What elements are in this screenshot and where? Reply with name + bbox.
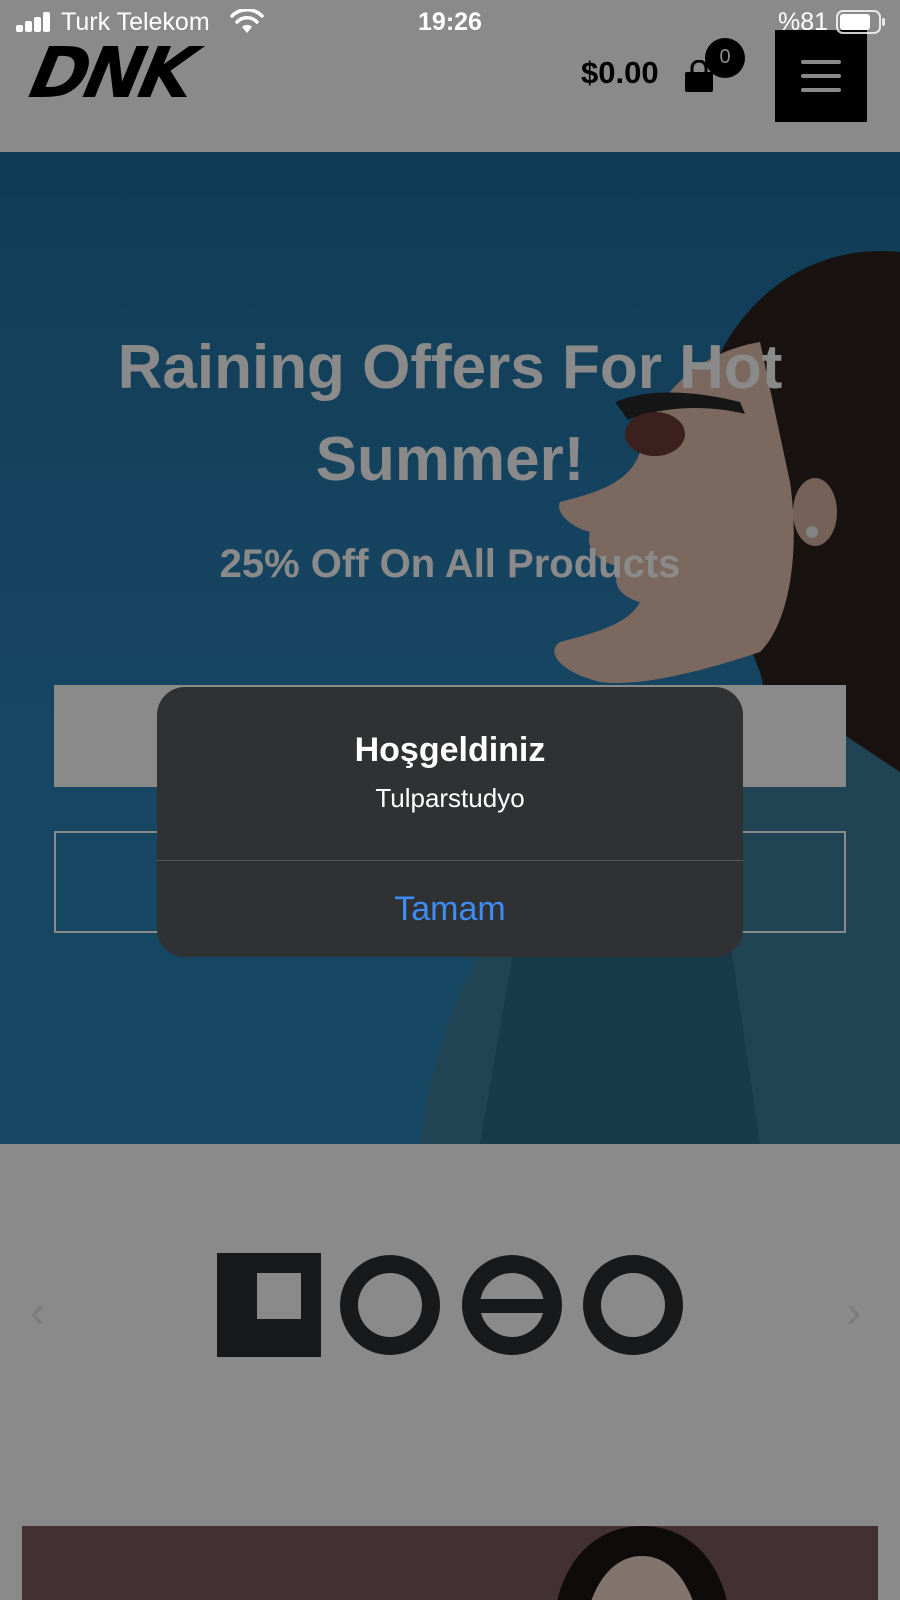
alert-ok-button[interactable]: Tamam	[157, 861, 743, 957]
alert-message: Tulparstudyo	[375, 783, 525, 813]
battery-icon	[836, 10, 885, 34]
welcome-alert-dialog: Hoşgeldiniz Tulparstudyo Tamam	[157, 687, 743, 957]
alert-title: Hoşgeldiniz	[354, 731, 546, 769]
status-time: 19:26	[418, 8, 482, 36]
status-bar: Turk Telekom 19:26 %81	[0, 0, 900, 44]
battery-percentage: %81	[778, 8, 829, 36]
